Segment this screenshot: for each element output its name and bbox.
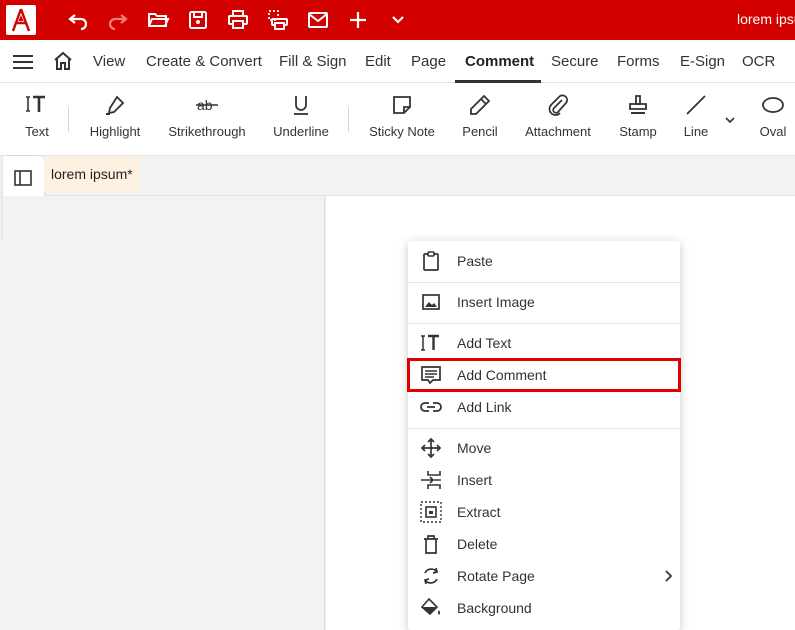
redo-icon[interactable] bbox=[106, 8, 130, 32]
trash-icon bbox=[420, 533, 442, 555]
menu-ocr[interactable]: OCR bbox=[742, 53, 775, 70]
menu-forms[interactable]: Forms bbox=[617, 53, 660, 70]
link-icon bbox=[420, 396, 442, 418]
menu-item-extract[interactable]: Extract bbox=[408, 496, 680, 528]
menu-item-move[interactable]: Move bbox=[408, 432, 680, 464]
tool-line[interactable]: Line bbox=[672, 83, 720, 156]
tool-highlight[interactable]: Highlight bbox=[80, 83, 150, 156]
menu-secure[interactable]: Secure bbox=[551, 53, 599, 70]
window-title: lorem ipsum bbox=[737, 11, 795, 27]
tool-strikethrough[interactable]: ab Strikethrough bbox=[160, 83, 254, 156]
extract-icon bbox=[420, 501, 442, 523]
toolbar-divider bbox=[348, 107, 349, 132]
mail-icon[interactable] bbox=[306, 8, 330, 32]
pencil-icon bbox=[468, 93, 492, 117]
attachment-icon bbox=[546, 93, 570, 117]
undo-icon[interactable] bbox=[66, 8, 90, 32]
line-icon bbox=[684, 93, 708, 117]
sticky-note-icon bbox=[390, 93, 414, 117]
text-icon bbox=[25, 93, 49, 117]
title-bar: lorem ipsum bbox=[0, 0, 795, 40]
menu-item-rotate-page[interactable]: Rotate Page bbox=[408, 560, 680, 592]
chevron-down-icon[interactable] bbox=[724, 113, 736, 125]
image-icon bbox=[420, 291, 442, 313]
menu-item-add-comment[interactable]: Add Comment bbox=[407, 358, 681, 392]
menu-divider bbox=[408, 428, 680, 429]
context-menu: Paste Insert Image Add Text Add Comment … bbox=[407, 241, 681, 630]
menu-item-add-text[interactable]: Add Text bbox=[408, 327, 680, 359]
menu-esign[interactable]: E-Sign bbox=[680, 53, 725, 70]
menu-item-delete[interactable]: Delete bbox=[408, 528, 680, 560]
document-tab-label: lorem ipsum* bbox=[51, 166, 133, 182]
menu-page[interactable]: Page bbox=[411, 53, 446, 70]
hamburger-menu-icon[interactable] bbox=[12, 52, 34, 72]
highlight-icon bbox=[103, 93, 127, 117]
menu-divider bbox=[408, 282, 680, 283]
stamp-icon bbox=[626, 93, 650, 117]
tool-sticky-note[interactable]: Sticky Note bbox=[362, 83, 442, 156]
print-icon[interactable] bbox=[226, 8, 250, 32]
menu-bar: View Create & Convert Fill & Sign Edit P… bbox=[0, 40, 795, 83]
document-tab[interactable]: lorem ipsum* bbox=[44, 157, 140, 192]
chevron-down-icon[interactable] bbox=[386, 8, 410, 32]
tool-text[interactable]: Text bbox=[12, 83, 62, 156]
plus-icon[interactable] bbox=[346, 8, 370, 32]
oval-icon bbox=[761, 93, 785, 117]
menu-edit[interactable]: Edit bbox=[365, 53, 391, 70]
menu-item-add-link[interactable]: Add Link bbox=[408, 391, 680, 423]
menu-item-background[interactable]: Background bbox=[408, 592, 680, 624]
menu-fill-sign[interactable]: Fill & Sign bbox=[279, 53, 347, 70]
paint-bucket-icon bbox=[420, 597, 442, 619]
home-icon[interactable] bbox=[52, 50, 74, 72]
tool-attachment[interactable]: Attachment bbox=[518, 83, 598, 156]
strikethrough-icon: ab bbox=[195, 93, 219, 117]
app-logo bbox=[6, 5, 36, 35]
insert-page-icon bbox=[420, 469, 442, 491]
tool-pencil[interactable]: Pencil bbox=[452, 83, 508, 156]
side-panel bbox=[3, 196, 325, 630]
rotate-icon bbox=[420, 565, 442, 587]
open-folder-icon[interactable] bbox=[146, 8, 170, 32]
sidebar-toggle-icon[interactable] bbox=[13, 168, 33, 188]
menu-item-insert-image[interactable]: Insert Image bbox=[408, 286, 680, 318]
menu-comment[interactable]: Comment bbox=[465, 53, 534, 70]
move-icon bbox=[420, 437, 442, 459]
menu-divider bbox=[408, 323, 680, 324]
toolbar-divider bbox=[68, 107, 69, 132]
print-layout-icon[interactable] bbox=[266, 8, 290, 32]
menu-view[interactable]: View bbox=[93, 53, 125, 70]
chevron-right-icon bbox=[662, 569, 674, 583]
text-icon bbox=[420, 332, 442, 354]
comment-toolbar: Text Highlight ab Strikethrough Underlin… bbox=[0, 83, 795, 156]
clipboard-icon bbox=[420, 250, 442, 272]
menu-create-convert[interactable]: Create & Convert bbox=[146, 53, 262, 70]
menu-item-paste[interactable]: Paste bbox=[408, 245, 680, 277]
underline-icon bbox=[289, 93, 313, 117]
save-icon[interactable] bbox=[186, 8, 210, 32]
tool-underline[interactable]: Underline bbox=[266, 83, 336, 156]
menu-item-insert[interactable]: Insert bbox=[408, 464, 680, 496]
comment-icon bbox=[420, 364, 442, 386]
tool-oval[interactable]: Oval bbox=[748, 83, 795, 156]
tool-stamp[interactable]: Stamp bbox=[612, 83, 664, 156]
